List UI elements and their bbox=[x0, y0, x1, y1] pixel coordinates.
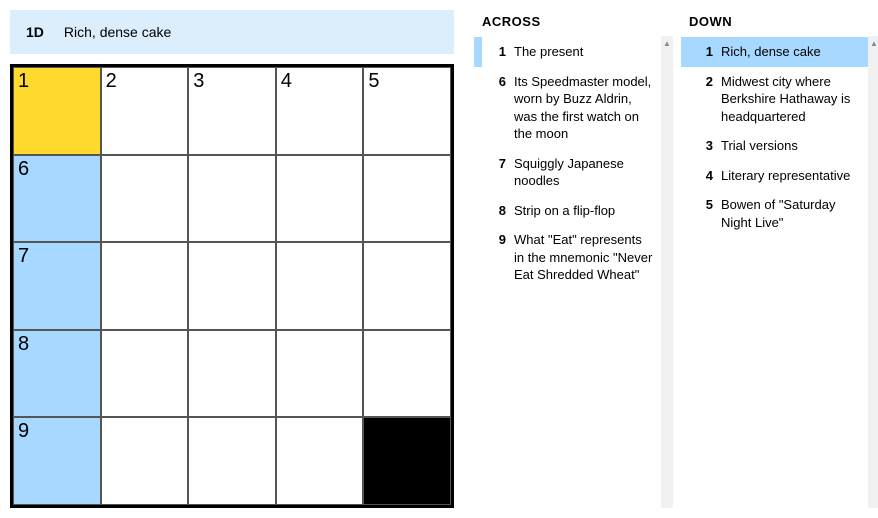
cell-3-4[interactable] bbox=[363, 330, 451, 418]
across-clue-6[interactable]: 6Its Speedmaster model, worn by Buzz Ald… bbox=[474, 67, 661, 149]
cell-2-0[interactable]: 7 bbox=[13, 242, 101, 330]
down-clue-3[interactable]: 3 Trial versions bbox=[681, 131, 868, 161]
puzzle-panel: 1D Rich, dense cake 1 2 3 4 5 6 7 8 9 bbox=[10, 10, 454, 508]
cell-3-0[interactable]: 8 bbox=[13, 330, 101, 418]
down-clue-1[interactable]: 1 Rich, dense cake bbox=[681, 37, 868, 67]
cell-number: 7 bbox=[18, 245, 29, 268]
clue-number: 4 bbox=[693, 167, 713, 185]
clue-text: Trial versions bbox=[721, 137, 860, 155]
clue-number: 9 bbox=[486, 231, 506, 284]
clue-number: 7 bbox=[486, 155, 506, 190]
cell-0-1[interactable]: 2 bbox=[101, 67, 189, 155]
cell-1-4[interactable] bbox=[363, 155, 451, 243]
cell-number: 6 bbox=[18, 158, 29, 181]
cell-0-3[interactable]: 4 bbox=[276, 67, 364, 155]
clue-number: 3 bbox=[693, 137, 713, 155]
cell-3-1[interactable] bbox=[101, 330, 189, 418]
down-clue-2[interactable]: 2Midwest city where Berkshire Hathaway i… bbox=[681, 67, 868, 132]
cell-4-3[interactable] bbox=[276, 417, 364, 505]
clue-text: What "Eat" represents in the mnemonic "N… bbox=[514, 231, 653, 284]
scrollbar-track[interactable]: ▲ bbox=[868, 36, 878, 508]
cell-number: 9 bbox=[18, 420, 29, 443]
clue-number: 1 bbox=[486, 43, 506, 61]
scroll-up-icon[interactable]: ▲ bbox=[868, 36, 878, 50]
clue-number: 6 bbox=[486, 73, 506, 143]
cell-number: 1 bbox=[18, 70, 29, 93]
down-heading: DOWN bbox=[681, 10, 868, 37]
cell-3-3[interactable] bbox=[276, 330, 364, 418]
cell-1-2[interactable] bbox=[188, 155, 276, 243]
current-clue-bar: 1D Rich, dense cake bbox=[10, 10, 454, 54]
cell-0-4[interactable]: 5 bbox=[363, 67, 451, 155]
across-column: ACROSS 1 The present 6Its Speedmaster mode… bbox=[474, 10, 661, 508]
clue-number: 8 bbox=[486, 202, 506, 220]
cell-1-1[interactable] bbox=[101, 155, 189, 243]
clue-text: Bowen of "Saturday Night Live" bbox=[721, 196, 860, 231]
across-clue-9[interactable]: 9What "Eat" represents in the mnemonic "… bbox=[474, 225, 661, 290]
cell-2-3[interactable] bbox=[276, 242, 364, 330]
across-heading: ACROSS bbox=[474, 10, 661, 37]
clue-text: The present bbox=[514, 43, 653, 61]
down-clue-5[interactable]: 5Bowen of "Saturday Night Live" bbox=[681, 190, 868, 237]
cell-1-0[interactable]: 6 bbox=[13, 155, 101, 243]
clue-text: Rich, dense cake bbox=[721, 43, 860, 61]
across-clue-8[interactable]: 8 Strip on a flip-flop bbox=[474, 196, 661, 226]
cell-number: 5 bbox=[368, 70, 379, 93]
clue-number: 2 bbox=[693, 73, 713, 126]
current-clue-text: Rich, dense cake bbox=[64, 24, 171, 40]
crossword-grid: 1 2 3 4 5 6 7 8 9 bbox=[10, 64, 454, 508]
cell-1-3[interactable] bbox=[276, 155, 364, 243]
down-clue-4[interactable]: 4 Literary representative bbox=[681, 161, 868, 191]
current-clue-id: 1D bbox=[26, 24, 44, 40]
cell-2-1[interactable] bbox=[101, 242, 189, 330]
cell-number: 8 bbox=[18, 333, 29, 356]
cell-number: 3 bbox=[193, 70, 204, 93]
cell-number: 2 bbox=[106, 70, 117, 93]
clue-number: 1 bbox=[693, 43, 713, 61]
cell-4-4 bbox=[363, 417, 451, 505]
across-clue-7[interactable]: 7Squiggly Japanese noodles bbox=[474, 149, 661, 196]
across-clue-1[interactable]: 1 The present bbox=[474, 37, 661, 67]
clue-text: Its Speedmaster model, worn by Buzz Aldr… bbox=[514, 73, 653, 143]
cell-2-2[interactable] bbox=[188, 242, 276, 330]
cell-number: 4 bbox=[281, 70, 292, 93]
cell-2-4[interactable] bbox=[363, 242, 451, 330]
scroll-up-icon[interactable]: ▲ bbox=[661, 36, 673, 50]
down-clue-list[interactable]: 1 Rich, dense cake 2Midwest city where Ber… bbox=[681, 37, 868, 237]
cell-0-0[interactable]: 1 bbox=[13, 67, 101, 155]
clue-text: Midwest city where Berkshire Hathaway is… bbox=[721, 73, 860, 126]
cell-3-2[interactable] bbox=[188, 330, 276, 418]
cell-4-1[interactable] bbox=[101, 417, 189, 505]
cell-4-2[interactable] bbox=[188, 417, 276, 505]
clue-text: Squiggly Japanese noodles bbox=[514, 155, 653, 190]
cell-0-2[interactable]: 3 bbox=[188, 67, 276, 155]
cell-4-0[interactable]: 9 bbox=[13, 417, 101, 505]
down-column: DOWN 1 Rich, dense cake 2Midwest city wher… bbox=[681, 10, 868, 508]
clue-text: Strip on a flip-flop bbox=[514, 202, 653, 220]
across-clue-list[interactable]: 1 The present 6Its Speedmaster model, worn… bbox=[474, 37, 661, 290]
clue-text: Literary representative bbox=[721, 167, 860, 185]
scrollbar-track[interactable]: ▲ bbox=[661, 36, 673, 508]
clue-number: 5 bbox=[693, 196, 713, 231]
